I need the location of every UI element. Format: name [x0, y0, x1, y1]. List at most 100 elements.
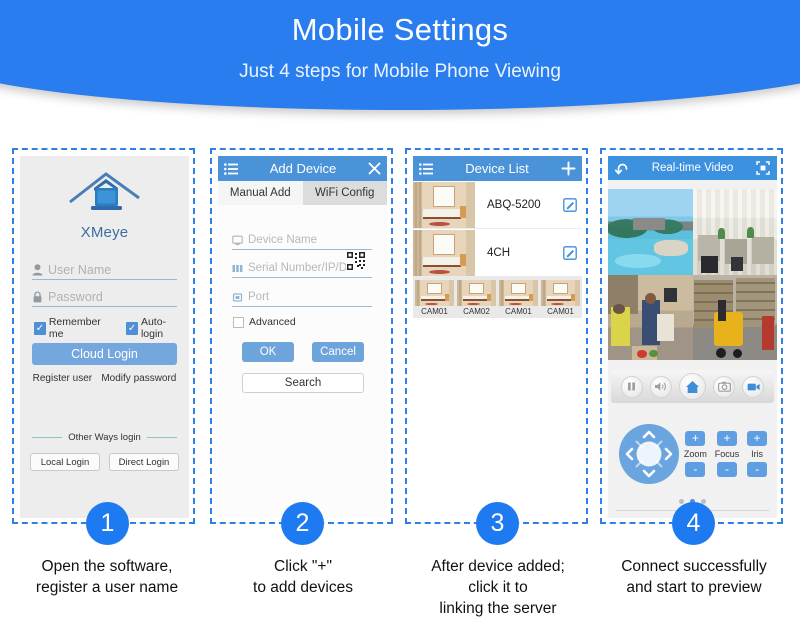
video-cell-resort-pool[interactable] [608, 189, 693, 275]
iris-control: + Iris - [747, 431, 768, 477]
lens-controls: + Zoom - + Focus - + Iris - [680, 431, 777, 477]
channel-thumbnail-strip: CAM01 CAM02 CAM01 CAM01 [413, 277, 582, 318]
zoom-control: + Zoom - [684, 431, 707, 477]
device-thumbnail [413, 181, 475, 228]
zoom-label: Zoom [683, 449, 707, 459]
focus-plus-button[interactable]: + [716, 431, 737, 446]
pause-button[interactable] [620, 375, 643, 398]
step-caption-2: Click "+" to add devices [205, 556, 401, 598]
video-cell-warehouse[interactable] [692, 274, 777, 360]
qr-code-icon[interactable] [346, 251, 366, 271]
password-placeholder: Password [48, 289, 103, 304]
auto-login-checkbox[interactable]: ✓ Auto-login [126, 316, 184, 340]
plus-icon[interactable] [561, 161, 576, 176]
phone-screen-realtime-video: Real-time Video + Zoom - + Focus - + Iri… [608, 156, 777, 518]
edit-icon[interactable] [558, 197, 582, 212]
monitor-icon [232, 235, 243, 245]
add-device-title: Add Device [269, 161, 337, 176]
modify-password-link[interactable]: Modify password [101, 373, 176, 384]
video-cell-office[interactable] [692, 189, 777, 275]
divider-line-left [32, 437, 63, 438]
phone-screen-login: XMeye User Name Password ✓ Remember me ✓… [20, 156, 189, 518]
zoom-minus-button[interactable]: - [685, 462, 706, 477]
caption-line: to add devices [253, 579, 353, 596]
caption-line: linking the server [439, 600, 557, 617]
checkbox-check-icon: ✓ [34, 321, 46, 335]
ok-button[interactable]: OK [242, 342, 294, 362]
logo-text: XMeye [80, 224, 129, 241]
register-user-link[interactable]: Register user [33, 373, 92, 384]
remember-me-checkbox[interactable]: ✓ Remember me [34, 316, 112, 340]
username-field[interactable]: User Name [32, 260, 177, 280]
table-row[interactable]: 4CH [413, 229, 582, 277]
list-item[interactable]: CAM02 [456, 280, 497, 316]
advanced-label: Advanced [249, 316, 296, 328]
channel-thumbnail [499, 280, 538, 306]
edit-icon[interactable] [558, 245, 582, 260]
other-ways-label: Other Ways login [68, 432, 141, 443]
close-icon[interactable] [368, 162, 381, 175]
home-button[interactable] [678, 373, 706, 400]
list-item[interactable]: CAM01 [498, 280, 539, 316]
video-cell-supermarket[interactable] [608, 274, 693, 360]
table-row[interactable]: ABQ-5200 [413, 181, 582, 229]
snapshot-button[interactable] [713, 375, 736, 398]
add-device-form: Device Name Serial Number/IP/Do Port Adv… [218, 205, 387, 518]
camera-snapshot-icon [717, 381, 731, 392]
device-name-field[interactable]: Device Name [232, 231, 372, 250]
step-number-1: 1 [86, 502, 129, 545]
video-record-icon [747, 383, 760, 390]
device-list-titlebar: Device List [413, 156, 582, 181]
zoom-plus-button[interactable]: + [685, 431, 706, 446]
record-button[interactable] [742, 375, 765, 398]
device-name: ABQ-5200 [487, 198, 541, 211]
step-panel-3: Device List ABQ-5200 4CH CAM01 CAM02 CAM… [405, 148, 588, 524]
step-panel-4: Real-time Video + Zoom - + Focus - + Iri… [600, 148, 783, 524]
iris-minus-button[interactable]: - [747, 462, 768, 477]
cloud-login-button[interactable]: Cloud Login [32, 343, 177, 365]
channel-label: CAM01 [547, 307, 574, 316]
speaker-button[interactable] [649, 375, 672, 398]
caption-line: register a user name [35, 579, 179, 596]
step-number-4: 4 [672, 502, 715, 545]
pause-icon [628, 382, 636, 391]
search-button[interactable]: Search [242, 373, 364, 393]
video-grid [608, 189, 777, 360]
port-icon [232, 292, 243, 302]
focus-minus-button[interactable]: - [716, 462, 737, 477]
realtime-video-titlebar: Real-time Video [608, 156, 777, 180]
tab-wifi-config[interactable]: WiFi Config [302, 181, 387, 205]
hamburger-menu-icon[interactable] [224, 162, 238, 175]
login-options-row: ✓ Remember me ✓ Auto-login [34, 316, 184, 340]
fullscreen-icon[interactable] [756, 161, 770, 175]
caption-line: click it to [468, 579, 528, 596]
channel-label: CAM01 [505, 307, 532, 316]
checkbox-check-icon: ✓ [126, 321, 138, 335]
direct-login-button[interactable]: Direct Login [109, 453, 179, 471]
dpad-icon[interactable] [618, 423, 680, 485]
header-text-wrap: Mobile Settings Just 4 steps for Mobile … [0, 0, 800, 110]
port-placeholder: Port [248, 291, 270, 303]
step-number-3: 3 [476, 502, 519, 545]
iris-plus-button[interactable]: + [747, 431, 768, 446]
other-ways-divider: Other Ways login [32, 432, 178, 443]
back-arrow-icon[interactable] [615, 162, 629, 175]
channel-label: CAM02 [463, 307, 490, 316]
device-thumbnail [413, 229, 475, 276]
hamburger-menu-icon[interactable] [419, 162, 433, 175]
cancel-button[interactable]: Cancel [312, 342, 364, 362]
local-login-button[interactable]: Local Login [30, 453, 100, 471]
person-icon [32, 263, 43, 275]
tab-manual-add[interactable]: Manual Add [218, 181, 303, 205]
step-panel-2: Add Device Manual Add WiFi Config Device… [210, 148, 393, 524]
list-item[interactable]: CAM01 [414, 280, 455, 316]
house-logo-icon [68, 172, 140, 210]
channel-thumbnail [541, 280, 580, 306]
password-field[interactable]: Password [32, 287, 177, 307]
list-item[interactable]: CAM01 [540, 280, 581, 316]
page-subtitle: Just 4 steps for Mobile Phone Viewing [239, 61, 561, 82]
port-field[interactable]: Port [232, 288, 372, 307]
advanced-checkbox[interactable]: Advanced [233, 316, 296, 328]
channel-thumbnail [457, 280, 496, 306]
step-caption-1: Open the software, register a user name [9, 556, 205, 598]
